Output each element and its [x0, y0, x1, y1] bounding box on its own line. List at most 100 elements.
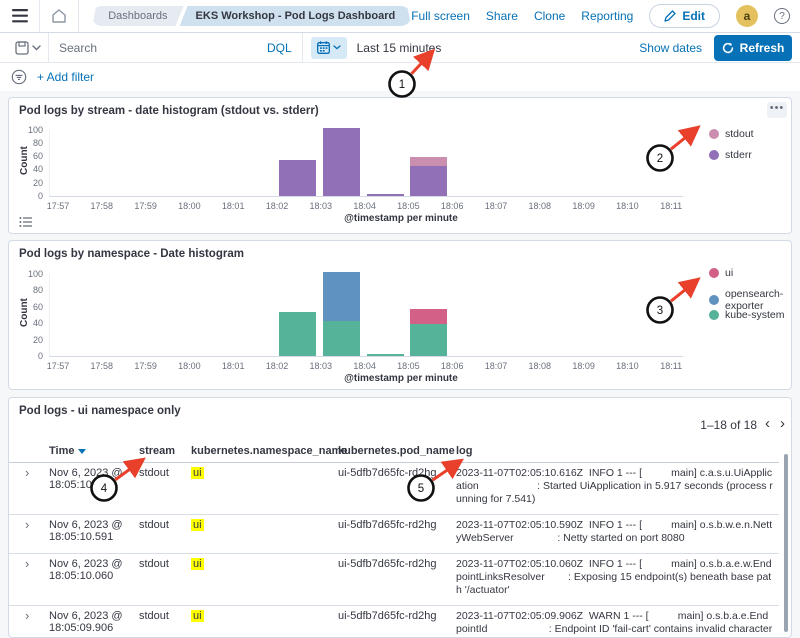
highlighted-namespace: ui: [191, 558, 204, 570]
pagination-prev-icon[interactable]: ‹: [765, 414, 770, 434]
log-table: Timestreamkubernetes.namespace_namekuber…: [9, 440, 779, 638]
legend-item-stderr[interactable]: stderr: [709, 149, 752, 161]
top-navigation-bar: Dashboards EKS Workshop - Pod Logs Dashb…: [0, 0, 800, 33]
date-picker-button[interactable]: [311, 37, 347, 59]
column-header-log[interactable]: log: [456, 440, 779, 462]
search-input[interactable]: [49, 41, 257, 55]
table-row: ›Nov 6, 2023 @ 18:05:10.060stdoutui ui-5d…: [9, 554, 779, 606]
highlighted-namespace: ui: [191, 610, 204, 622]
cell-stream: stdout: [139, 606, 191, 626]
legend-label: kube-system: [725, 309, 785, 321]
legend-dot-icon: [709, 295, 719, 305]
menu-hamburger-icon[interactable]: [10, 4, 30, 28]
legend-item-ui[interactable]: ui: [709, 267, 733, 279]
calendar-icon: [317, 41, 330, 54]
show-dates-link[interactable]: Show dates: [639, 41, 702, 55]
cell-stream: stdout: [139, 554, 191, 574]
user-avatar[interactable]: a: [736, 5, 758, 27]
y-axis-label: Count: [19, 146, 30, 175]
pagination-range: 1–18 of 18: [700, 418, 757, 432]
bar-segment-kube-system: [410, 324, 447, 356]
legend-label: stdout: [725, 128, 754, 140]
column-header-kubernetes-namespace-name[interactable]: kubernetes.namespace_name: [191, 440, 338, 462]
panel-pod-logs-by-stream: Pod logs by stream - date histogram (std…: [8, 97, 792, 234]
highlighted-namespace: ui: [191, 467, 204, 479]
expand-row-icon[interactable]: ›: [25, 463, 49, 484]
bar-segment-ui: [410, 309, 447, 324]
column-header-stream[interactable]: stream: [139, 440, 191, 462]
cell-time: Nov 6, 2023 @ 18:05:10.060: [49, 554, 139, 586]
chevron-down-icon: [32, 45, 41, 51]
table-row: ›Nov 6, 2023 @ 18:05:10.591stdoutui ui-5d…: [9, 515, 779, 554]
help-icon[interactable]: ?: [774, 8, 790, 24]
saved-query-icon: [15, 41, 29, 55]
column-header-kubernetes-pod-name[interactable]: kubernetes.pod_name: [338, 440, 456, 462]
cell-stream: stdout: [139, 515, 191, 535]
y-axis-label: Count: [19, 298, 30, 327]
cell-time: Nov 6, 2023 @ 18:05:10.591: [49, 515, 139, 547]
legend-dot-icon: [709, 268, 719, 278]
home-icon[interactable]: [49, 4, 69, 28]
cell-log: 2023-11-07T02:05:10.060Z INFO 1 --- [ ma…: [456, 554, 779, 605]
namespace-histogram-chart[interactable]: 020406080100Count17:5717:5817:5918:0018:…: [9, 241, 793, 391]
clone-link[interactable]: Clone: [534, 9, 565, 23]
panel-title: Pod logs - ui namespace only: [9, 398, 791, 417]
share-link[interactable]: Share: [486, 9, 518, 23]
panel-pod-logs-table: Pod logs - ui namespace only 1–18 of 18 …: [8, 397, 792, 638]
cell-time: Nov 6, 2023 @ 18:05:10.616: [49, 463, 139, 495]
chevron-down-icon: [333, 45, 341, 50]
x-axis-label: @timestamp per minute: [9, 213, 793, 224]
cell-namespace: ui: [191, 554, 338, 574]
cell-pod-name: ui-5dfb7d65fc-rd2hg: [338, 515, 456, 535]
refresh-button[interactable]: Refresh: [714, 35, 792, 61]
cell-namespace: ui: [191, 606, 338, 626]
filter-bar: + Add filter: [0, 63, 800, 91]
bar-segment-kube-system: [279, 312, 316, 356]
legend-item-stdout[interactable]: stdout: [709, 128, 754, 140]
bar-segment-stderr: [279, 160, 316, 196]
highlighted-namespace: ui: [191, 519, 204, 531]
cell-log: 2023-11-07T02:05:10.590Z INFO 1 --- [ ma…: [456, 515, 779, 553]
x-axis-label: @timestamp per minute: [9, 373, 793, 384]
bar-segment-stderr: [323, 128, 360, 196]
legend-item-kube-system[interactable]: kube-system: [709, 309, 785, 321]
stream-histogram-chart[interactable]: 020406080100Count17:5717:5817:5918:0018:…: [9, 98, 793, 235]
cell-pod-name: ui-5dfb7d65fc-rd2hg: [338, 606, 456, 626]
edit-button[interactable]: Edit: [649, 4, 720, 28]
time-range-value[interactable]: Last 15 minutes: [347, 41, 452, 55]
pagination-next-icon[interactable]: ›: [780, 414, 785, 434]
breadcrumb: Dashboards EKS Workshop - Pod Logs Dashb…: [92, 6, 411, 26]
cell-pod-name: ui-5dfb7d65fc-rd2hg: [338, 554, 456, 574]
legend-dot-icon: [709, 150, 719, 160]
legend-dot-icon: [709, 310, 719, 320]
reporting-link[interactable]: Reporting: [581, 9, 633, 23]
cell-namespace: ui: [191, 463, 338, 483]
dql-toggle[interactable]: DQL: [257, 33, 303, 62]
refresh-button-label: Refresh: [740, 41, 785, 55]
table-header-row: Timestreamkubernetes.namespace_namekuber…: [9, 440, 779, 463]
column-header-time[interactable]: Time: [49, 440, 139, 462]
query-bar: DQL Last 15 minutes Show dates Refresh: [0, 33, 800, 63]
cell-log: 2023-11-07T02:05:10.616Z INFO 1 --- [ ma…: [456, 463, 779, 514]
cell-pod-name: ui-5dfb7d65fc-rd2hg: [338, 463, 456, 483]
legend-dot-icon: [709, 129, 719, 139]
add-filter-button[interactable]: + Add filter: [37, 70, 94, 84]
table-scrollbar[interactable]: [784, 454, 788, 632]
bar-segment-stdout: [410, 157, 447, 166]
bar-segment-stderr: [410, 166, 447, 196]
breadcrumb-current-dashboard: EKS Workshop - Pod Logs Dashboard: [180, 6, 412, 26]
expand-row-icon[interactable]: ›: [25, 606, 49, 627]
edit-button-label: Edit: [682, 9, 705, 23]
full-screen-link[interactable]: Full screen: [411, 9, 470, 23]
bar-segment-stderr: [367, 194, 404, 196]
expand-row-icon[interactable]: ›: [25, 515, 49, 536]
cell-namespace: ui: [191, 515, 338, 535]
legend-label: stderr: [725, 149, 752, 161]
breadcrumb-dashboards[interactable]: Dashboards: [92, 6, 183, 26]
table-row: ›Nov 6, 2023 @ 18:05:10.616stdoutuiui-5d…: [9, 463, 779, 515]
cell-log: 2023-11-07T02:05:09.906Z WARN 1 --- [ ma…: [456, 606, 779, 638]
saved-query-menu-button[interactable]: [8, 33, 49, 62]
expand-row-icon[interactable]: ›: [25, 554, 49, 575]
sort-desc-icon[interactable]: [78, 449, 86, 454]
filter-options-icon[interactable]: [10, 68, 28, 86]
